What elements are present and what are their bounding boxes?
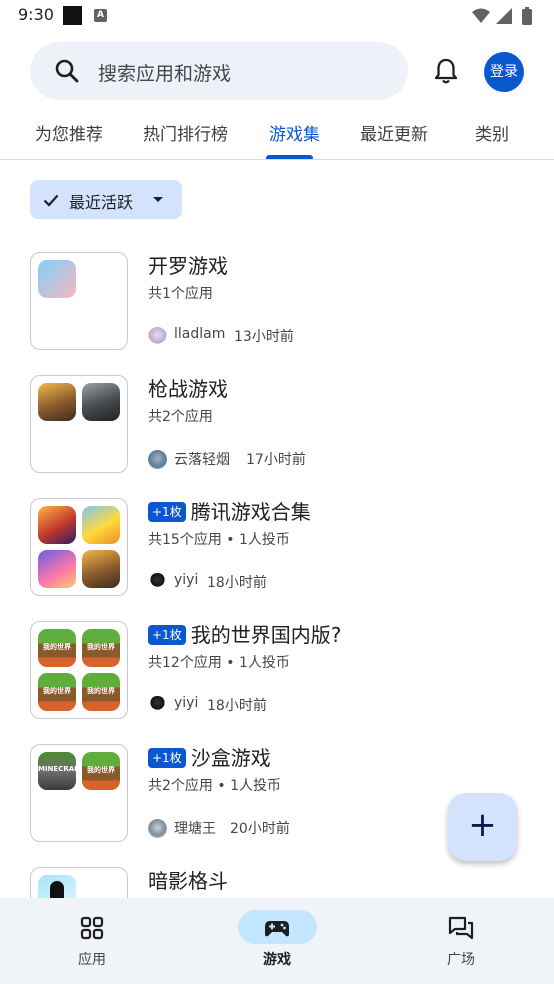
time-ago: 18小时前 [207,698,267,714]
author-name: 云落轻烟 [174,452,230,468]
gamepad-icon [265,921,289,937]
collection-thumbnail [30,375,128,473]
avatar [148,696,167,715]
time-ago: 13小时前 [234,329,294,345]
minecraft-java-icon-text: MINECRAFT [38,765,76,773]
collection-thumbnail: MINECRAFT 我的世界 [30,744,128,842]
check-icon [43,194,59,207]
nav-label: 应用 [78,952,106,968]
collection-subtitle: 共2个应用 • 1人投币 [148,778,281,794]
collection-title-row: +1枚 沙盒游戏 [148,742,271,770]
collection-title: 我的世界国内版? [190,623,342,647]
time-ago: 20小时前 [230,821,290,837]
avatar [148,327,167,346]
nav-plaza[interactable]: 广场 [401,898,521,984]
plus-icon: + [468,805,497,845]
collection-item[interactable]: +1枚 腾讯游戏合集 共15个应用 • 1人投币 yiyi 18小时前 [0,498,554,608]
minecraft-icon: 我的世界 [82,673,120,711]
author-name: yiyi [174,695,199,711]
nav-label: 游戏 [263,952,291,968]
minecraft-icon: 我的世界 [82,629,120,667]
collection-title-row: +1枚 腾讯游戏合集 [148,496,311,524]
coin-badge: +1枚 [148,747,186,768]
time-ago: 18小时前 [207,575,267,591]
collection-subtitle: 共1个应用 [148,286,213,302]
author-name: 理塘王 [174,821,216,837]
cod-icon [82,383,120,421]
collection-subtitle: 共12个应用 • 1人投币 [148,655,290,671]
minecraft-java-icon: MINECRAFT [38,752,76,790]
collection-title-row: +1枚 我的世界国内版? [148,619,341,647]
anime-game-icon [38,550,76,588]
collection-title-row: 暗影格斗 [148,865,228,893]
collection-title: 暗影格斗 [148,869,228,893]
author-name: lladlam [174,326,226,342]
shadow-figure [50,881,64,898]
collection-title-row: 枪战游戏 [148,373,228,401]
minecraft-icon-text: 我的世界 [87,766,115,774]
collection-item[interactable]: 枪战游戏 共2个应用 云落轻烟 17小时前 [0,375,554,485]
kairo-icon [38,260,76,298]
minecraft-icon: 我的世界 [38,629,76,667]
collection-item[interactable]: 暗影格斗 [0,867,554,898]
avatar [148,450,167,469]
sort-filter-chip[interactable]: 最近活跃 [30,180,182,219]
collection-title: 枪战游戏 [148,377,228,401]
minecraft-icon: 我的世界 [38,673,76,711]
avatar [148,819,167,838]
minecraft-icon-text: 我的世界 [43,687,71,695]
minecraft-icon-text: 我的世界 [43,643,71,651]
collection-thumbnail [30,498,128,596]
author-name: yiyi [174,572,199,588]
collection-thumbnail [30,252,128,350]
avatar [148,573,167,592]
collection-item[interactable]: 我的世界 我的世界 我的世界 我的世界 +1枚 我的世界国内版? 共12个应用 •… [0,621,554,731]
time-ago: 17小时前 [246,452,306,468]
shadow-fight-icon [38,875,76,898]
minecraft-icon-text: 我的世界 [87,687,115,695]
collection-title: 开罗游戏 [148,254,228,278]
coin-badge: +1枚 [148,501,186,522]
collection-thumbnail [30,867,128,898]
minecraft-icon-text: 我的世界 [87,643,115,651]
create-collection-fab[interactable]: + [448,793,517,861]
bottom-navigation: 应用 游戏 广场 [0,898,554,984]
collection-title-row: 开罗游戏 [148,250,228,278]
minecraft-icon: 我的世界 [82,752,120,790]
forum-icon [448,916,474,940]
collection-list[interactable]: 最近活跃 开罗游戏 共1个应用 lladlam 13小时前 枪战游戏 共2个应用… [0,0,554,898]
honor-of-kings-icon [38,506,76,544]
dropdown-arrow-icon [153,197,163,202]
collection-title: 沙盒游戏 [190,746,271,770]
pikachu-icon [82,506,120,544]
pubg-icon [82,550,120,588]
collection-item[interactable]: 开罗游戏 共1个应用 lladlam 13小时前 [0,252,554,362]
collection-thumbnail: 我的世界 我的世界 我的世界 我的世界 [30,621,128,719]
nav-label: 广场 [447,952,475,968]
collection-subtitle: 共2个应用 [148,409,213,425]
nav-apps[interactable]: 应用 [32,898,152,984]
pubg-icon [38,383,76,421]
collection-title: 腾讯游戏合集 [190,500,311,524]
collection-subtitle: 共15个应用 • 1人投币 [148,532,290,548]
nav-games[interactable]: 游戏 [217,898,337,984]
apps-grid-icon [80,916,104,940]
coin-badge: +1枚 [148,624,186,645]
filter-label: 最近活跃 [69,193,134,212]
